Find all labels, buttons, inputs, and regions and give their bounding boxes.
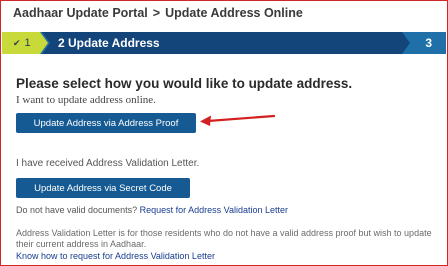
- how-to-request-link[interactable]: Know how to request for Address Validati…: [16, 251, 215, 261]
- breadcrumb-separator: >: [152, 6, 161, 20]
- step-3-pending: 3: [425, 32, 432, 54]
- progress-stepper: ✔ 1 2 Update Address 3: [2, 32, 446, 54]
- breadcrumb-current: Update Address Online: [165, 6, 303, 20]
- update-via-secret-code-button[interactable]: Update Address via Secret Code: [16, 178, 190, 198]
- no-documents-text: Do not have valid documents?: [16, 205, 138, 215]
- online-prompt: I want to update address online.: [16, 94, 156, 106]
- step-1-number: 1: [24, 37, 31, 49]
- update-via-address-proof-button[interactable]: Update Address via Address Proof: [16, 113, 196, 133]
- step-2-label: 2 Update Address: [58, 36, 160, 50]
- validation-letter-info: Address Validation Letter is for those r…: [16, 228, 432, 249]
- breadcrumb-portal[interactable]: Aadhaar Update Portal: [13, 6, 148, 20]
- received-letter-prompt: I have received Address Validation Lette…: [16, 158, 200, 169]
- page-heading: Please select how you would like to upda…: [16, 76, 353, 91]
- annotation-arrow-icon: [200, 114, 276, 126]
- check-icon: ✔: [13, 37, 21, 48]
- no-documents-line: Do not have valid documents? Request for…: [16, 205, 288, 215]
- request-validation-letter-link[interactable]: Request for Address Validation Letter: [140, 205, 288, 215]
- breadcrumb: Aadhaar Update Portal > Update Address Onl…: [13, 6, 303, 20]
- step-3-number: 3: [425, 36, 432, 50]
- step-1-completed[interactable]: ✔ 1: [2, 32, 48, 54]
- step-2-active: 2 Update Address: [42, 32, 410, 54]
